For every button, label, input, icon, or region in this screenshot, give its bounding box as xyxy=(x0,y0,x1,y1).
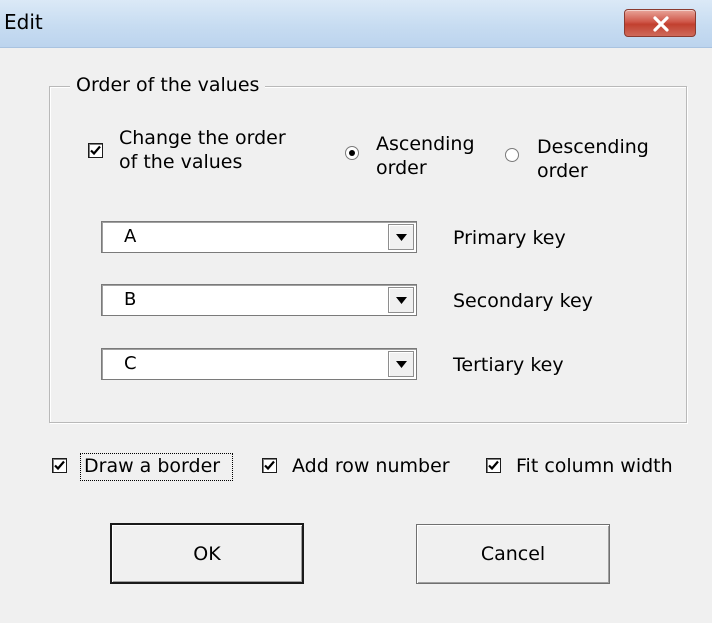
checkmark-icon xyxy=(488,460,499,471)
tertiary-key-label: Tertiary key xyxy=(453,354,564,376)
ascending-radio[interactable] xyxy=(345,146,359,160)
checkmark-icon xyxy=(54,460,65,471)
tertiary-key-value: C xyxy=(124,353,137,374)
tertiary-key-dropdown-button[interactable] xyxy=(388,351,414,377)
radio-selected-dot xyxy=(349,150,355,156)
add-row-number-label[interactable]: Add row number xyxy=(292,456,450,476)
fit-column-width-label[interactable]: Fit column width xyxy=(516,456,673,476)
draw-border-label[interactable]: Draw a border xyxy=(84,456,220,476)
add-row-number-checkbox[interactable] xyxy=(262,458,277,473)
secondary-key-dropdown-button[interactable] xyxy=(388,287,414,313)
checkmark-icon xyxy=(264,460,275,471)
close-button[interactable] xyxy=(624,9,696,37)
secondary-key-value: B xyxy=(124,289,137,310)
descending-label-line2[interactable]: order xyxy=(537,161,588,181)
primary-key-value: A xyxy=(124,226,137,247)
chevron-down-icon xyxy=(396,297,407,304)
descending-label-line1[interactable]: Descending xyxy=(537,137,649,157)
primary-key-select[interactable]: A xyxy=(101,221,417,253)
tertiary-key-select[interactable]: C xyxy=(101,348,417,380)
secondary-key-label: Secondary key xyxy=(453,290,593,312)
change-order-checkbox[interactable] xyxy=(88,143,103,158)
chevron-down-icon xyxy=(396,234,407,241)
fit-column-width-checkbox[interactable] xyxy=(486,458,501,473)
edit-dialog: Edit Order of the values Change the orde… xyxy=(0,0,712,623)
change-order-label-line2[interactable]: of the values xyxy=(119,152,242,172)
checkmark-icon xyxy=(90,145,101,156)
order-group-legend: Order of the values xyxy=(70,74,266,96)
cancel-button[interactable]: Cancel xyxy=(416,524,610,584)
ascending-label-line1[interactable]: Ascending xyxy=(376,134,475,154)
secondary-key-select[interactable]: B xyxy=(101,284,417,316)
close-icon xyxy=(653,16,669,32)
draw-border-checkbox[interactable] xyxy=(52,458,67,473)
ok-button[interactable]: OK xyxy=(110,523,304,584)
window-title: Edit xyxy=(4,10,43,34)
primary-key-label: Primary key xyxy=(453,227,566,249)
change-order-label-line1[interactable]: Change the order xyxy=(119,128,286,148)
primary-key-dropdown-button[interactable] xyxy=(388,224,414,250)
descending-radio[interactable] xyxy=(505,148,519,162)
title-bar[interactable]: Edit xyxy=(0,0,712,48)
ascending-label-line2[interactable]: order xyxy=(376,158,427,178)
chevron-down-icon xyxy=(396,361,407,368)
